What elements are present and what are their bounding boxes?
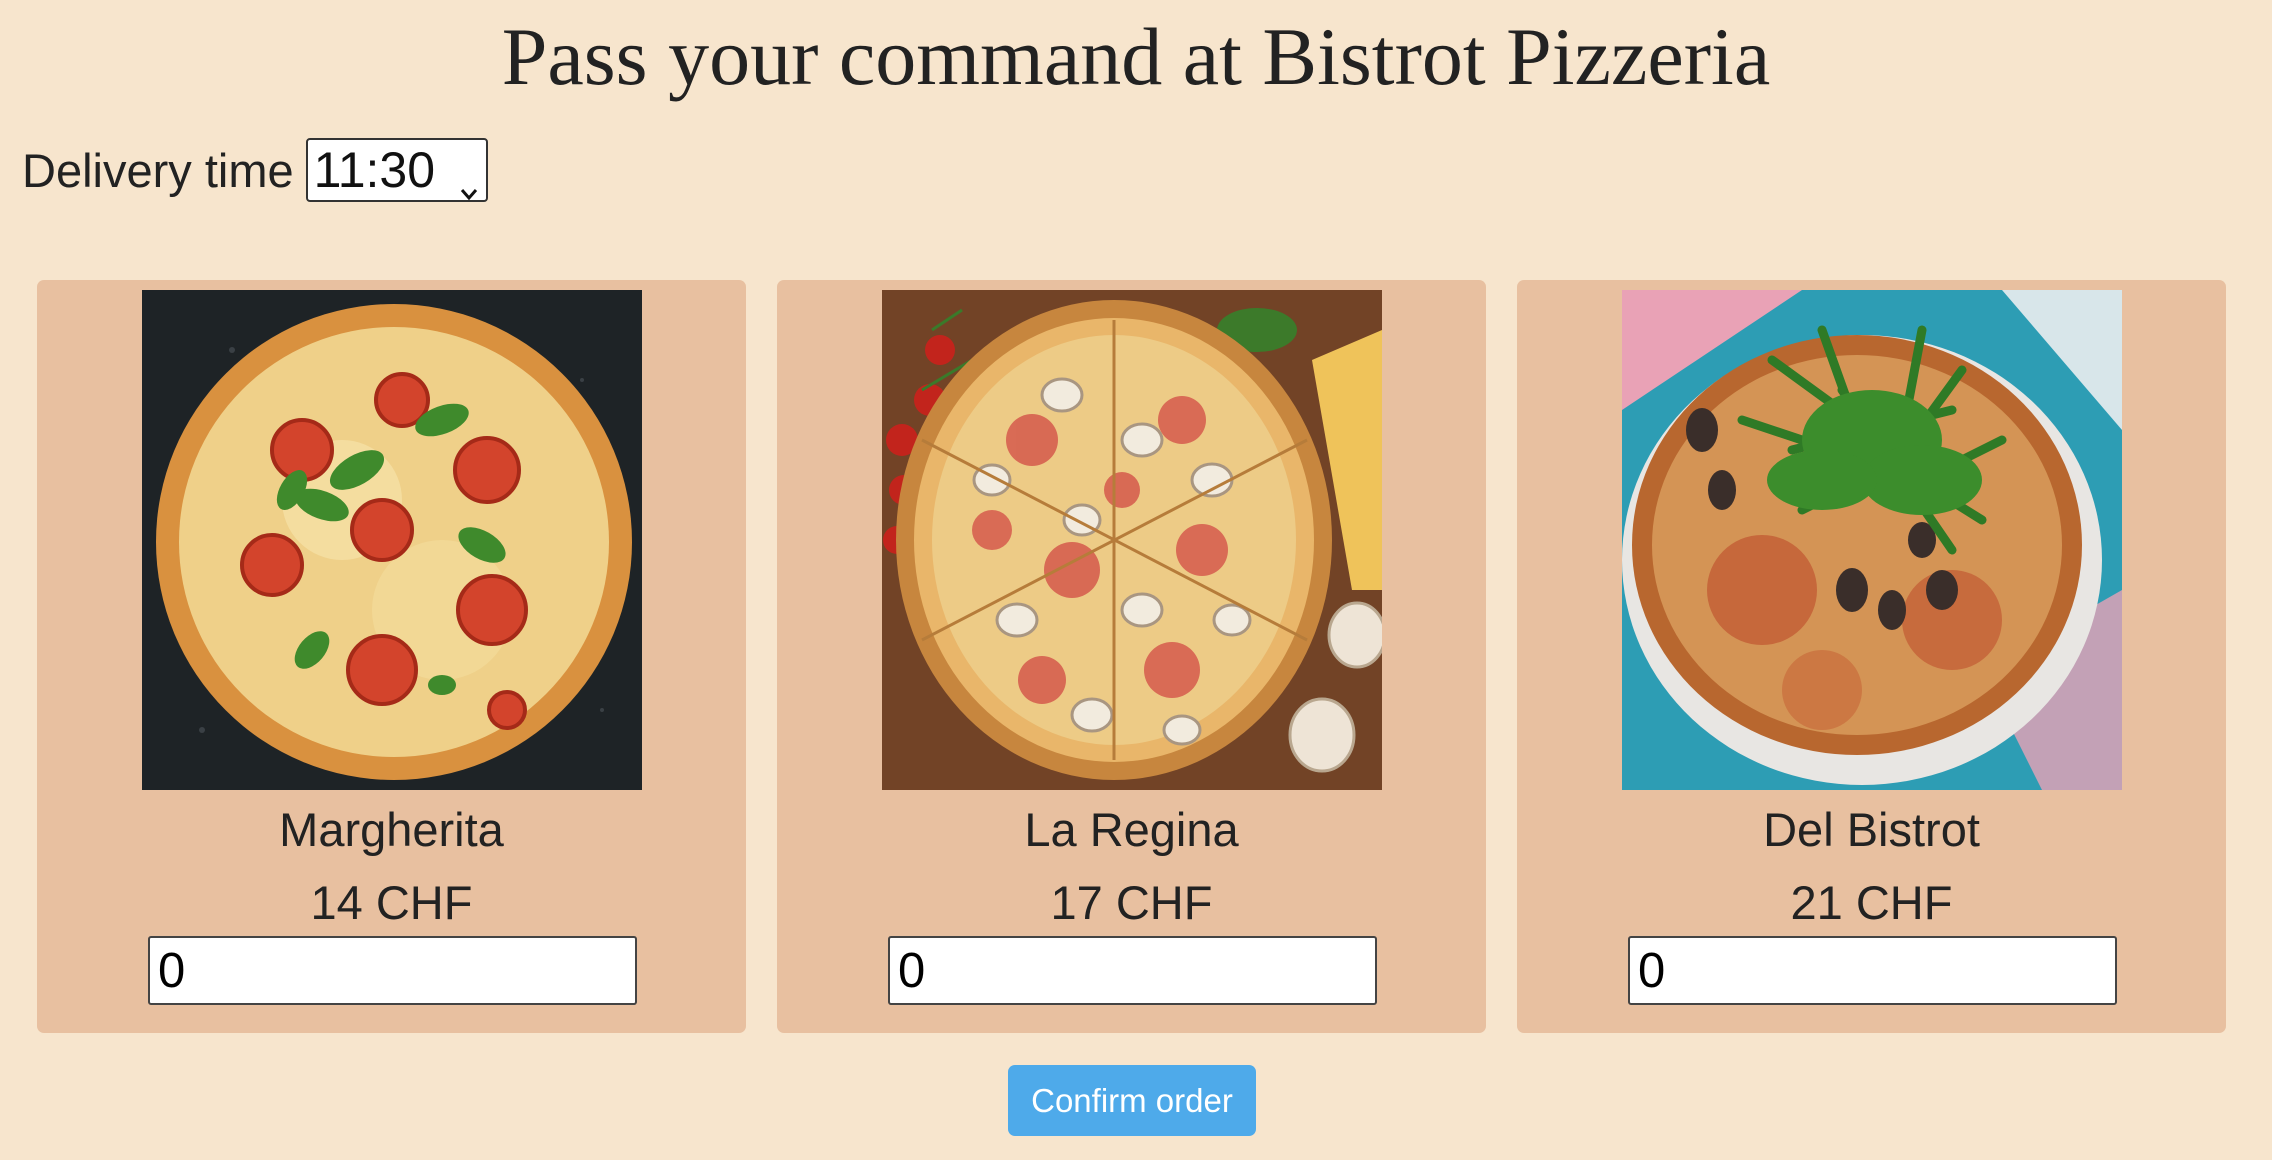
margherita-pizza-photo [142,290,642,790]
pizza-card-margherita: Margherita 14 CHF [37,280,746,1033]
delivery-time-value: 11:30 [313,142,436,198]
pizza-price: 21 CHF [1790,876,1953,929]
pizza-name: La Regina [1024,803,1239,856]
pizza-name: Del Bistrot [1763,803,1980,856]
quantity-input-la-regina[interactable] [888,936,1377,1005]
delivery-time-select[interactable]: 11:30 [305,138,488,202]
pizza-card-la-regina: La Regina 17 CHF [777,280,1486,1033]
del-bistrot-pizza-photo [1622,290,2122,790]
chevron-down-icon [458,159,480,201]
quantity-input-del-bistrot[interactable] [1628,936,2117,1005]
page-title: Pass your command at Bistrot Pizzeria [501,11,1771,102]
delivery-time-row: Delivery time 11:30 [22,138,488,202]
la-regina-pizza-photo [882,290,1382,790]
pizza-name: Margherita [279,803,504,856]
quantity-input-margherita[interactable] [148,936,637,1005]
pizza-price: 14 CHF [310,876,473,929]
delivery-time-label: Delivery time [22,143,294,197]
pizza-cards: Margherita 14 CHF 0 La Regina 17 CHF 0 D… [37,280,2226,1033]
pizza-card-del-bistrot: Del Bistrot 21 CHF [1517,280,2226,1033]
pizza-price: 17 CHF [1050,876,1213,929]
confirm-order-button[interactable]: Confirm order [1008,1065,1256,1136]
